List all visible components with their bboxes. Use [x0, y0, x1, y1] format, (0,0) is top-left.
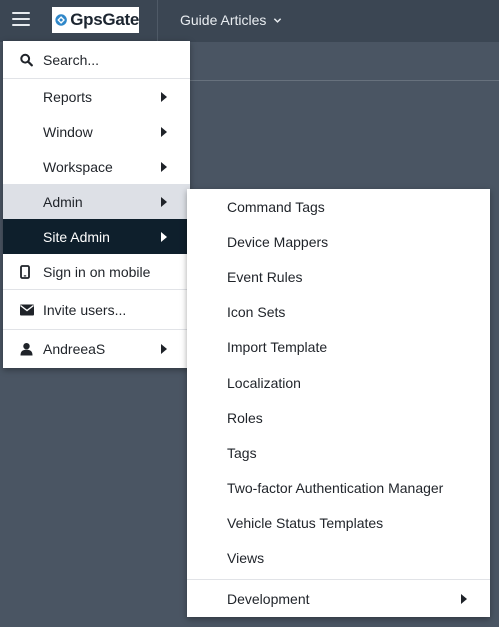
submenu-item-label: Tags: [227, 444, 257, 461]
submenu-item-event-rules[interactable]: Event Rules: [187, 259, 490, 294]
menu-item-site-admin[interactable]: Site Admin: [3, 219, 190, 254]
submenu-item-tags[interactable]: Tags: [187, 435, 490, 470]
menu-item-search-label: Search...: [43, 51, 100, 68]
gpsgate-logo[interactable]: GpsGate: [52, 7, 139, 33]
user-icon: [20, 343, 33, 356]
submenu-item-label: Views: [227, 550, 265, 567]
menu-item-invite-label: Invite users...: [43, 301, 127, 318]
caret-right-icon: [161, 126, 167, 137]
menu-item-sign-in-mobile[interactable]: Sign in on mobile: [3, 254, 190, 289]
submenu-item-label: Vehicle Status Templates: [227, 515, 384, 532]
menu-item-admin[interactable]: Admin: [3, 184, 190, 219]
menu-item-reports[interactable]: Reports: [3, 79, 190, 114]
submenu-item-command-tags[interactable]: Command Tags: [187, 189, 490, 224]
caret-right-icon: [161, 196, 167, 207]
logo-text: GpsGate: [70, 10, 139, 29]
submenu-item-views[interactable]: Views: [187, 541, 490, 576]
submenu-item-label: Roles: [227, 409, 263, 426]
submenu-item-device-mappers[interactable]: Device Mappers: [187, 224, 490, 259]
submenu-item-label: Event Rules: [227, 268, 303, 285]
caret-right-icon: [161, 161, 167, 172]
envelope-icon: [20, 304, 34, 315]
submenu-item-label: Command Tags: [227, 198, 325, 215]
submenu-item-import-template[interactable]: Import Template: [187, 330, 490, 365]
submenu-item-localization[interactable]: Localization: [187, 365, 490, 400]
guide-articles-dropdown[interactable]: Guide Articles: [180, 12, 282, 28]
topbar-divider: [157, 0, 158, 42]
caret-right-icon: [161, 344, 167, 354]
submenu-item-label: Icon Sets: [227, 304, 286, 321]
menu-item-admin-label: Admin: [43, 193, 83, 210]
menu-item-workspace-label: Workspace: [43, 158, 113, 175]
submenu-item-two-factor-auth-manager[interactable]: Two-factor Authentication Manager: [187, 471, 490, 506]
toolbar-divider: [190, 80, 499, 81]
chevron-down-icon: [274, 17, 282, 23]
guide-articles-label: Guide Articles: [180, 12, 267, 28]
menu-item-invite-users[interactable]: Invite users...: [3, 290, 190, 329]
submenu-item-roles[interactable]: Roles: [187, 400, 490, 435]
submenu-separator: [187, 579, 490, 581]
submenu-item-label: Development: [227, 591, 310, 608]
top-bar: GpsGate Guide Articles: [0, 0, 499, 42]
menu-item-window-label: Window: [43, 123, 93, 140]
caret-right-icon: [161, 91, 167, 102]
caret-right-icon: [161, 231, 167, 242]
menu-item-reports-label: Reports: [43, 88, 93, 105]
site-admin-submenu: Command Tags Device Mappers Event Rules …: [187, 189, 490, 618]
submenu-item-label: Localization: [227, 374, 301, 391]
mobile-phone-icon: [20, 264, 30, 279]
menu-item-mobile-label: Sign in on mobile: [43, 263, 151, 280]
menu-item-search[interactable]: Search...: [3, 41, 190, 78]
submenu-item-vehicle-status-templates[interactable]: Vehicle Status Templates: [187, 506, 490, 541]
submenu-item-development[interactable]: Development: [187, 581, 490, 617]
submenu-item-label: Device Mappers: [227, 233, 329, 250]
menu-item-user-label: AndreeaS: [43, 341, 106, 357]
submenu-item-label: Import Template: [227, 339, 328, 356]
menu-item-site-admin-label: Site Admin: [43, 228, 110, 245]
menu-item-user[interactable]: AndreeaS: [3, 330, 190, 368]
menu-item-window[interactable]: Window: [3, 114, 190, 149]
submenu-item-label: Two-factor Authentication Manager: [227, 480, 444, 497]
submenu-item-icon-sets[interactable]: Icon Sets: [187, 295, 490, 330]
main-menu: Search... Reports Window Workspace Admin…: [3, 41, 190, 368]
gpsgate-logo-icon: [55, 14, 67, 26]
search-icon: [20, 53, 33, 66]
hamburger-menu-icon[interactable]: [12, 12, 30, 28]
caret-right-icon: [461, 594, 467, 605]
menu-item-workspace[interactable]: Workspace: [3, 149, 190, 184]
